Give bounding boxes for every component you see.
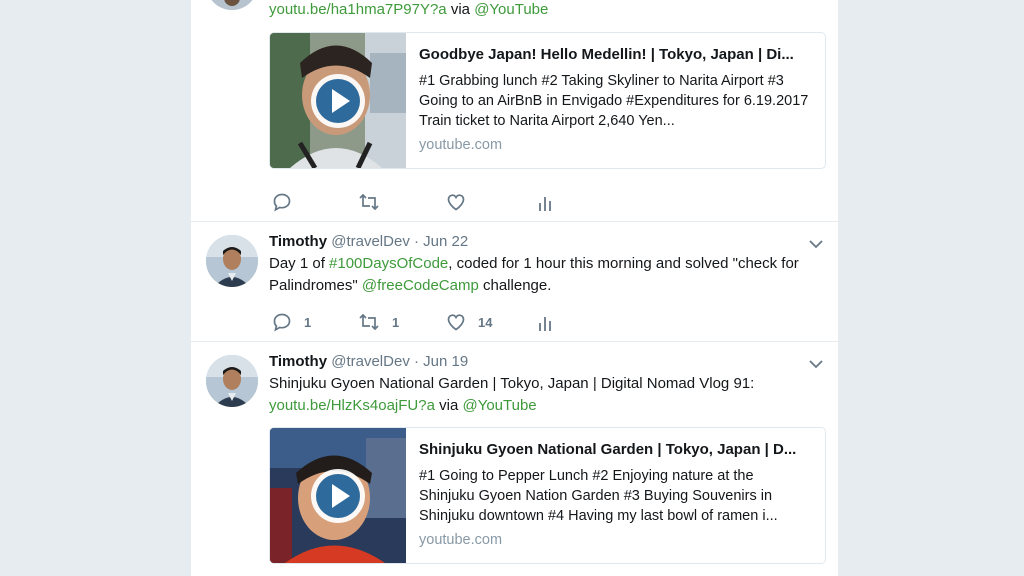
timeline: youtu.be/ha1hma7P97Y?a via @YouTube Good… — [191, 0, 838, 576]
mention-link[interactable]: @freeCodeCamp — [362, 277, 479, 294]
hashtag-link[interactable]: #100DaysOfCode — [329, 255, 448, 272]
text-segment: Day 1 of — [269, 255, 330, 272]
tweet-text: youtu.be/ha1hma7P97Y?a via @YouTube — [269, 0, 814, 21]
reply-button[interactable]: 1 — [272, 311, 311, 333]
like-count: 14 — [478, 314, 493, 330]
reply-icon — [273, 313, 291, 332]
analytics-icon — [539, 197, 551, 211]
card-body: Shinjuku Gyoen National Garden | Tokyo, … — [419, 440, 811, 548]
text-segment: Shinjuku Gyoen National Garden | Tokyo, … — [269, 375, 755, 392]
via-text: via — [439, 397, 459, 414]
like-button[interactable]: 14 — [446, 311, 492, 333]
tweet-header: Timothy @travelDev · Jun 19 — [269, 353, 468, 370]
card-domain: youtube.com — [419, 532, 503, 548]
via-text: via — [450, 1, 471, 18]
card-description: #1 Going to Pepper Lunch #2 Enjoying nat… — [419, 468, 778, 524]
youtube-mention[interactable]: @YouTube — [462, 397, 536, 414]
like-icon — [447, 194, 465, 211]
card-title: Goodbye Japan! Hello Medellin! | Tokyo, … — [419, 46, 794, 63]
avatar[interactable] — [206, 0, 258, 10]
card-body: Goodbye Japan! Hello Medellin! | Tokyo, … — [419, 45, 811, 153]
analytics-button[interactable] — [537, 191, 553, 213]
text-segment: challenge. — [478, 277, 552, 294]
tweet[interactable]: youtu.be/ha1hma7P97Y?a via @YouTube Good… — [191, 0, 838, 222]
tweet-actions — [269, 191, 689, 213]
chevron-down-icon[interactable] — [808, 236, 824, 252]
user-handle[interactable]: @travelDev — [331, 353, 410, 370]
tweet-header: Timothy @travelDev · Jun 22 — [269, 233, 468, 250]
tweet-text: Day 1 of #100DaysOfCode, coded for 1 hou… — [269, 253, 814, 297]
video-card[interactable]: Shinjuku Gyoen National Garden | Tokyo, … — [269, 427, 826, 564]
user-name[interactable]: Timothy — [269, 353, 327, 370]
retweet-button[interactable]: 1 — [358, 311, 399, 333]
card-title: Shinjuku Gyoen National Garden | Tokyo, … — [419, 441, 797, 458]
retweet-button[interactable] — [358, 191, 392, 213]
video-link[interactable]: youtu.be/ha1hma7P97Y?a — [269, 1, 447, 18]
tweet-text: Shinjuku Gyoen National Garden | Tokyo, … — [269, 373, 814, 417]
youtube-mention[interactable]: @YouTube — [474, 1, 548, 18]
play-icon[interactable] — [308, 71, 368, 131]
tweet-actions: 1 1 14 — [269, 311, 689, 333]
reply-button[interactable] — [272, 191, 304, 213]
separator-dot: · — [414, 353, 419, 370]
tweet[interactable]: Timothy @travelDev · Jun 19 Shinjuku Gyo… — [191, 341, 838, 576]
like-icon — [447, 314, 465, 331]
reply-icon — [273, 193, 291, 212]
user-name[interactable]: Timothy — [269, 233, 327, 250]
card-description: #1 Grabbing lunch #2 Taking Skyliner to … — [419, 73, 809, 129]
tweet-date[interactable]: Jun 22 — [423, 233, 468, 250]
tweet-date[interactable]: Jun 19 — [423, 353, 468, 370]
video-thumbnail[interactable] — [270, 33, 406, 168]
card-domain: youtube.com — [419, 137, 503, 153]
user-handle[interactable]: @travelDev — [331, 233, 410, 250]
avatar[interactable] — [206, 355, 258, 407]
analytics-icon — [539, 317, 551, 331]
video-link[interactable]: youtu.be/HlzKs4oajFU?a — [269, 397, 435, 414]
play-icon[interactable] — [308, 466, 368, 526]
retweet-icon — [359, 313, 379, 331]
reply-count: 1 — [304, 314, 312, 330]
retweet-count: 1 — [392, 314, 400, 330]
video-thumbnail[interactable] — [270, 428, 406, 563]
video-card[interactable]: Goodbye Japan! Hello Medellin! | Tokyo, … — [269, 32, 826, 169]
retweet-icon — [359, 193, 379, 211]
avatar[interactable] — [206, 235, 258, 287]
chevron-down-icon[interactable] — [808, 356, 824, 372]
analytics-button[interactable] — [537, 311, 553, 333]
tweet[interactable]: Timothy @travelDev · Jun 22 Day 1 of #10… — [191, 221, 838, 342]
like-button[interactable] — [446, 191, 478, 213]
separator-dot: · — [414, 233, 419, 250]
